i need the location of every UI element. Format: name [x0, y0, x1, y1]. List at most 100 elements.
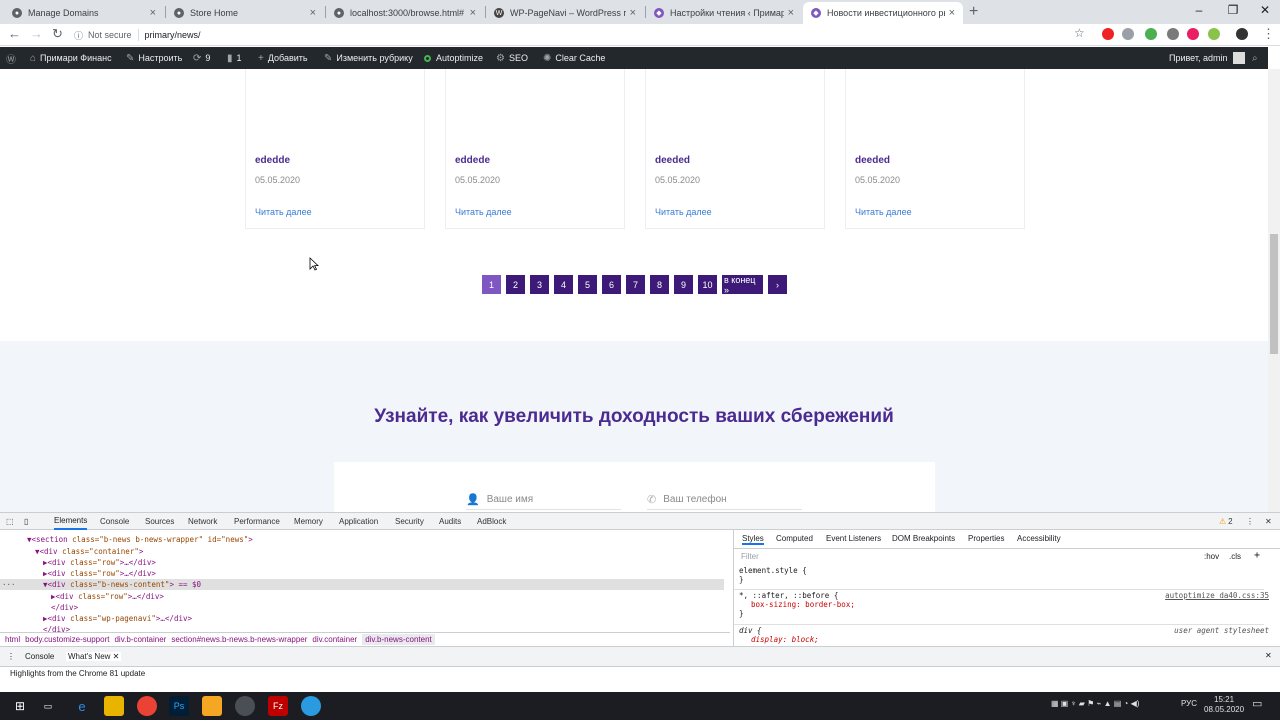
computed-tab[interactable]: Computed: [776, 534, 813, 543]
close-window-button[interactable]: ✕: [1248, 0, 1280, 22]
cls-toggle[interactable]: .cls: [1229, 552, 1241, 561]
tray-icons[interactable]: ▦ ▣ ♆ ▰ ⚑ ⌁ ▲ ▤ ◔ ◀): [1051, 699, 1139, 708]
page-scrollbar-thumb[interactable]: [1270, 234, 1278, 354]
breadcrumb-item[interactable]: div.b-news-content: [362, 634, 435, 645]
tab-store-home[interactable]: ● Store Home ×: [166, 2, 324, 24]
skype-icon[interactable]: [301, 696, 321, 716]
device-toolbar-icon[interactable]: ▯: [24, 513, 28, 530]
chrome-active-icon[interactable]: [235, 696, 255, 716]
read-more-link[interactable]: Читать далее: [655, 207, 712, 217]
devtools-tab-console[interactable]: Console: [100, 513, 129, 530]
page-button-5[interactable]: 5: [578, 275, 597, 294]
inspect-element-icon[interactable]: ⬚: [6, 513, 14, 530]
tab-news-active[interactable]: ◆ Новости инвестиционного рын ×: [803, 2, 963, 24]
new-tab-button[interactable]: +: [969, 2, 978, 22]
admin-bar-updates[interactable]: ⟳ 9: [193, 47, 210, 69]
devtools-tab-audits[interactable]: Audits: [439, 513, 461, 530]
opera-extension-icon[interactable]: [1102, 28, 1114, 40]
page-button-6[interactable]: 6: [602, 275, 621, 294]
admin-bar-site[interactable]: ⌂ Примари Финанс: [30, 47, 112, 69]
properties-tab[interactable]: Properties: [968, 534, 1004, 543]
close-icon[interactable]: ×: [470, 7, 476, 19]
read-more-link[interactable]: Читать далее: [255, 207, 312, 217]
page-button-7[interactable]: 7: [626, 275, 645, 294]
sublime-text-icon[interactable]: [202, 696, 222, 716]
dom-node[interactable]: ▶<div class="row">…</div>: [51, 591, 164, 602]
close-icon[interactable]: ×: [788, 7, 794, 19]
page-next-button[interactable]: ›: [768, 275, 787, 294]
tab-manage-domains[interactable]: ● Manage Domains ×: [4, 2, 164, 24]
event-listeners-tab[interactable]: Event Listeners: [826, 534, 881, 543]
dom-node[interactable]: ▶<div class="row">…</div>: [43, 557, 156, 568]
news-card-title[interactable]: deeded: [855, 155, 890, 166]
windows-start-icon[interactable]: ⊞: [10, 696, 30, 716]
chrome-icon[interactable]: [137, 696, 157, 716]
news-card-title[interactable]: eddede: [455, 155, 490, 166]
dom-breakpoints-tab[interactable]: DOM Breakpoints: [892, 534, 955, 543]
info-icon[interactable]: ⓘ: [74, 29, 83, 42]
task-view-icon[interactable]: ▭: [38, 696, 58, 716]
name-field[interactable]: 👤 Ваше имя: [466, 490, 621, 510]
admin-bar-edit-category[interactable]: ✎ Изменить рубрику: [324, 47, 413, 69]
accessibility-tab[interactable]: Accessibility: [1017, 534, 1061, 543]
breadcrumb-item[interactable]: body.customize-support: [25, 635, 109, 644]
profile-avatar[interactable]: [1236, 28, 1248, 40]
close-icon[interactable]: ×: [310, 7, 316, 19]
color-extension-icon[interactable]: [1187, 28, 1199, 40]
breadcrumb-item[interactable]: div.container: [312, 635, 357, 644]
tab-wp-pagenavi[interactable]: WWP-PageNavi – WordPress плаг×: [486, 2, 644, 24]
warning-icon[interactable]: ⚠ 2: [1219, 513, 1233, 530]
camera-extension-icon[interactable]: [1167, 28, 1179, 40]
globe-extension-icon[interactable]: [1122, 28, 1134, 40]
file-explorer-icon[interactable]: [104, 696, 124, 716]
tab-localhost[interactable]: ● localhost:3000/browse.html# ×: [326, 2, 484, 24]
styles-tab[interactable]: Styles: [742, 534, 764, 545]
page-button-10[interactable]: 10: [698, 275, 717, 294]
breadcrumb-item[interactable]: div.b-container: [114, 635, 166, 644]
breadcrumb-item[interactable]: section#news.b-news.b-news-wrapper: [171, 635, 307, 644]
notifications-icon[interactable]: ▭: [1252, 697, 1262, 710]
devtools-tab-elements[interactable]: Elements: [54, 513, 88, 530]
minimize-button[interactable]: –: [1182, 0, 1216, 22]
close-icon[interactable]: ×: [150, 7, 156, 19]
devtools-tab-security[interactable]: Security: [395, 513, 424, 530]
page-button-8[interactable]: 8: [650, 275, 669, 294]
news-card-title[interactable]: deeded: [655, 155, 690, 166]
devtools-tab-memory[interactable]: Memory: [294, 513, 323, 530]
devtools-tab-network[interactable]: Network: [188, 513, 217, 530]
devtools-menu-icon[interactable]: ⋮: [1246, 513, 1254, 530]
photoshop-icon[interactable]: Ps: [169, 696, 189, 716]
back-icon[interactable]: ←: [8, 26, 21, 41]
page-button-3[interactable]: 3: [530, 275, 549, 294]
breadcrumb-item[interactable]: html: [5, 635, 20, 644]
browser-menu-icon[interactable]: ⋮: [1262, 26, 1275, 42]
admin-bar-account[interactable]: Привет, admin: [1169, 47, 1245, 69]
edge-icon[interactable]: e: [72, 696, 92, 716]
devtools-tab-sources[interactable]: Sources: [145, 513, 174, 530]
admin-bar-autoptimize[interactable]: Autoptimize: [424, 47, 483, 69]
devtools-tab-application[interactable]: Application: [339, 513, 378, 530]
close-icon[interactable]: ×: [949, 7, 955, 19]
extension-icon[interactable]: [1145, 28, 1157, 40]
phone-field[interactable]: ✆ Ваш телефон: [647, 490, 802, 510]
read-more-link[interactable]: Читать далее: [455, 207, 512, 217]
read-more-link[interactable]: Читать далее: [855, 207, 912, 217]
dom-node[interactable]: ▶<div class="row">…</div>: [43, 568, 156, 579]
devtools-tab-adblock[interactable]: AdBlock: [477, 513, 506, 530]
filezilla-icon[interactable]: Fz: [268, 696, 288, 716]
news-card-title[interactable]: ededde: [255, 155, 290, 166]
address-bar[interactable]: ⓘ Not secure primary/news/: [74, 26, 1094, 44]
drawer-tab-whats-new[interactable]: What's New ✕: [66, 652, 122, 661]
admin-bar-clear-cache[interactable]: ✺ Clear Cache: [543, 47, 605, 69]
page-button-9[interactable]: 9: [674, 275, 693, 294]
dom-node[interactable]: ▶<div class="wp-pagenavi">…</div>: [43, 613, 192, 624]
admin-bar-customize[interactable]: ✎ Настроить: [126, 47, 182, 69]
close-icon[interactable]: ×: [630, 7, 636, 19]
page-button-2[interactable]: 2: [506, 275, 525, 294]
page-button-1[interactable]: 1: [482, 275, 501, 294]
dom-node[interactable]: </div>: [51, 602, 78, 613]
language-indicator[interactable]: РУС: [1181, 699, 1197, 708]
drawer-close-icon[interactable]: ✕: [1265, 651, 1272, 660]
chrome-extension-icon[interactable]: [1208, 28, 1220, 40]
admin-bar-add-new[interactable]: + Добавить: [258, 47, 308, 69]
